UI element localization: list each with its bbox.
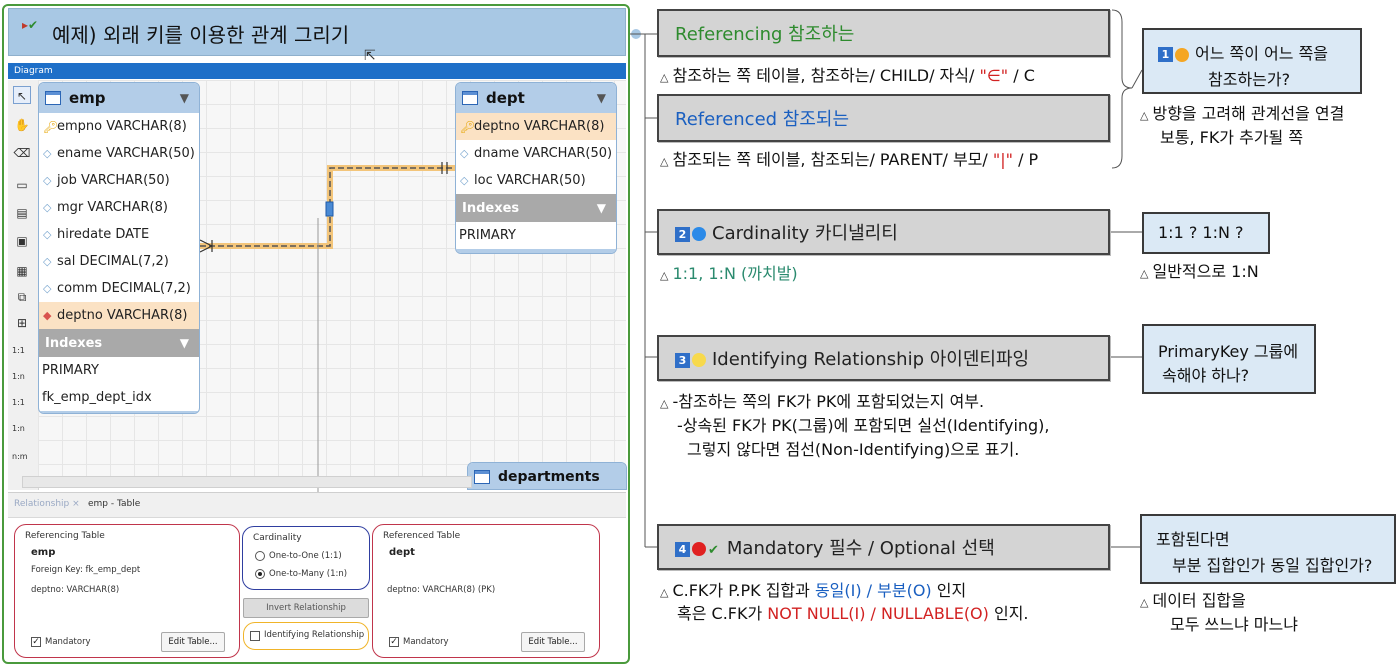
callout-identifying-line1: PrimaryKey 그룹에 [1158, 342, 1299, 361]
number-badge: 2 [675, 226, 690, 242]
node-identifying-label: 3 Identifying Relationship 아이덴티파잉 [675, 345, 1029, 371]
callout-mandatory-line2: 부분 집합인가 동일 집합인가? [1172, 556, 1373, 575]
note-mandatory-2a: 혹은 C.FK가 [677, 604, 768, 623]
callout-mandatory: 포함된다면 부분 집합인가 동일 집합인가? [1140, 514, 1396, 584]
node-cardinality-text: Cardinality 카디낼리티 [712, 223, 898, 244]
callout-direction-line2: 참조하는가? [1208, 70, 1291, 89]
note-mandatory-2: 혹은 C.FK가 NOT NULL(I) / NULLABLE(O) 인지. [677, 600, 1029, 624]
note-direction-2: 보통, FK가 추가될 쪽 [1160, 128, 1304, 147]
note-mandatory-data-1: 데이터 집합을 [1152, 591, 1246, 610]
note-mandatory-data-2: 모두 쓰느냐 마느냐 [1170, 615, 1298, 634]
node-referencing: Referencing 참조하는 [657, 9, 1110, 57]
node-referenced-label: Referenced 참조되는 [675, 109, 850, 130]
callout-direction: 1 어느 쪽이 어느 쪽을 참조하는가? [1142, 28, 1362, 94]
note-referencing: △ 참조하는 쪽 테이블, 참조하는/ CHILD/ 자식/ "∈" / C [660, 62, 1035, 86]
node-identifying: 3 Identifying Relationship 아이덴티파잉 [657, 335, 1110, 381]
note-cardinality-general-text: 일반적으로 1:N [1152, 262, 1259, 281]
triangle-icon: △ [1140, 596, 1149, 609]
note-cardinality: △ 1:1, 1:N (까치발) [660, 260, 798, 284]
note-mandatory-1: △ C.FK가 P.PK 집합과 동일(I) / 부분(O) 인지 [660, 577, 966, 601]
triangle-icon: △ [660, 586, 669, 599]
node-identifying-text: Identifying Relationship 아이덴티파잉 [712, 349, 1030, 370]
node-mandatory-text: Mandatory 필수 / Optional 선택 [726, 538, 995, 559]
note-mandatory-1a: C.FK가 P.PK 집합과 [672, 581, 815, 600]
callout-identifying: PrimaryKey 그룹에 속해야 하나? [1142, 324, 1316, 394]
note-mandatory-1b: 동일(I) / 부분(O) [814, 581, 932, 600]
node-cardinality-label: 2 Cardinality 카디낼리티 [675, 219, 898, 245]
note-mandatory-2b: NOT NULL(I) / NULLABLE(O) [767, 604, 989, 623]
triangle-icon: △ [1140, 267, 1149, 280]
note-identifying-3: 그렇지 않다면 점선(Non-Identifying)으로 표기. [687, 440, 1020, 459]
node-mandatory-label: 4 ✔ Mandatory 필수 / Optional 선택 [675, 534, 995, 560]
note-referenced-text: 참조되는 쪽 테이블, 참조되는/ PARENT/ 부모/ [672, 150, 993, 169]
note-mandatory-1c: 인지 [931, 581, 967, 600]
triangle-icon: △ [660, 71, 669, 84]
note-identifying-2: -상속된 FK가 PK(그룹)에 포함되면 실선(Identifying), [677, 416, 1050, 435]
callout-mandatory-line1: 포함된다면 [1156, 530, 1230, 549]
note-direction-line1: 방향을 고려해 관계선을 연결 [1152, 104, 1345, 123]
triangle-icon: △ [660, 155, 669, 168]
note-referencing-text: 참조하는 쪽 테이블, 참조하는/ CHILD/ 자식/ [672, 66, 980, 85]
callout-cardinality-text: 1:1 ? 1:N ? [1158, 223, 1244, 242]
yellow-dot-icon [692, 353, 706, 367]
callout-identifying-line2: 속해야 하나? [1162, 366, 1250, 385]
blue-dot-icon [692, 227, 706, 241]
node-mandatory: 4 ✔ Mandatory 필수 / Optional 선택 [657, 524, 1110, 570]
note-identifying-1: △ -참조하는 쪽의 FK가 PK에 포함되었는지 여부. [660, 388, 984, 412]
note-referencing-symbol: "∈" [979, 66, 1009, 85]
note-referenced-tail: / P [1012, 150, 1039, 169]
number-badge: 3 [675, 352, 690, 368]
triangle-icon: △ [1140, 109, 1149, 122]
note-referenced: △ 참조되는 쪽 테이블, 참조되는/ PARENT/ 부모/ "|" / P [660, 146, 1038, 170]
node-referencing-label: Referencing 참조하는 [675, 24, 855, 45]
number-badge: 1 [1158, 47, 1173, 62]
node-referenced: Referenced 참조되는 [657, 94, 1110, 142]
callout-direction-line1: 어느 쪽이 어느 쪽을 [1195, 44, 1329, 63]
check-icon: ✔ [708, 543, 719, 558]
triangle-icon: △ [660, 397, 669, 410]
note-cardinality-text: 1:1, 1:N (까치발) [672, 264, 798, 283]
note-identifying-line1: -참조하는 쪽의 FK가 PK에 포함되었는지 여부. [672, 392, 985, 411]
node-cardinality: 2 Cardinality 카디낼리티 [657, 209, 1110, 255]
note-mandatory-data: △ 데이터 집합을 [1140, 587, 1246, 611]
callout-cardinality: 1:1 ? 1:N ? [1142, 212, 1270, 254]
note-mandatory-2c: 인지. [988, 604, 1029, 623]
note-cardinality-general: △ 일반적으로 1:N [1140, 258, 1259, 282]
note-referencing-tail: / C [1008, 66, 1035, 85]
triangle-icon: △ [660, 269, 669, 282]
number-badge: 4 [675, 541, 690, 557]
note-direction: △ 방향을 고려해 관계선을 연결 [1140, 100, 1344, 124]
note-referenced-symbol: "|" [992, 150, 1013, 169]
orange-dot-icon [1175, 47, 1189, 62]
red-dot-icon [692, 542, 706, 556]
